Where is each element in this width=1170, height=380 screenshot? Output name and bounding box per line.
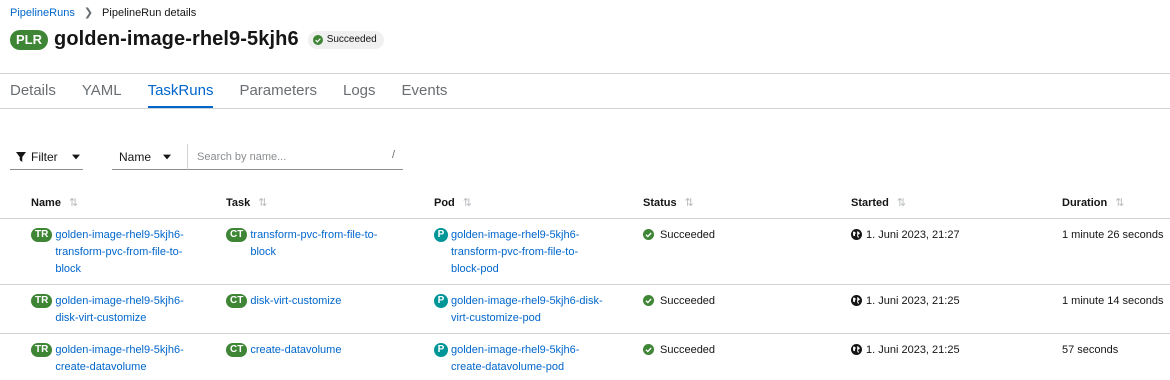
- tab-taskruns[interactable]: TaskRuns: [147, 80, 213, 108]
- globe-icon: [851, 229, 862, 240]
- status-text: Succeeded: [660, 295, 716, 307]
- breadcrumb-current: PipelineRun details: [102, 6, 197, 19]
- sort-icon[interactable]: ⇅: [69, 197, 78, 209]
- tab-events[interactable]: Events: [402, 80, 448, 108]
- tab-bar: Details YAML TaskRuns Parameters Logs Ev…: [10, 80, 473, 108]
- page-title: golden-image-rhel9-5kjh6: [54, 28, 299, 50]
- column-header-duration[interactable]: Duration ⇅: [1062, 186, 1170, 219]
- column-header-status[interactable]: Status ⇅: [643, 186, 851, 219]
- duration: 1 minute 14 seconds: [1062, 295, 1164, 307]
- keyboard-shortcut-hint: /: [391, 149, 395, 161]
- check-circle-icon: [312, 34, 323, 45]
- plr-badge: PLR: [10, 29, 48, 50]
- status-text: Succeeded: [660, 229, 716, 241]
- taskrun-name-link[interactable]: golden-image-rhel9-5kjh6- transform-pvc-f…: [55, 227, 183, 278]
- sort-icon[interactable]: ⇅: [897, 197, 906, 209]
- globe-icon: [851, 344, 862, 355]
- task-link[interactable]: create-datavolume: [250, 342, 341, 359]
- pod-badge: P: [434, 343, 448, 357]
- breadcrumb: PipelineRuns ❯ PipelineRun details: [10, 6, 197, 20]
- divider: [0, 73, 1170, 74]
- clustertask-badge: CT: [226, 228, 248, 242]
- pod-link[interactable]: golden-image-rhel9-5kjh6- create-datavolu…: [451, 342, 579, 376]
- taskrun-badge: TR: [31, 228, 53, 242]
- funnel-icon: [16, 151, 26, 162]
- sort-icon[interactable]: ⇅: [1115, 197, 1124, 209]
- name-select-label: Name: [119, 149, 152, 164]
- search-input[interactable]: [195, 149, 379, 164]
- globe-icon: [851, 295, 862, 306]
- started-time: 1. Juni 2023, 21:25: [866, 295, 960, 307]
- chevron-right-icon: ❯: [83, 7, 94, 19]
- sort-icon[interactable]: ⇅: [463, 197, 472, 209]
- taskruns-table: Name ⇅ Task ⇅ Pod ⇅ Status ⇅ Started ⇅ Durati…: [0, 186, 1170, 380]
- taskrun-name-link[interactable]: golden-image-rhel9-5kjh6- disk-virt-custo…: [55, 293, 183, 327]
- caret-down-icon: [71, 154, 80, 159]
- clustertask-badge: CT: [226, 294, 248, 308]
- check-circle-icon: [643, 229, 654, 240]
- clustertask-badge: CT: [226, 343, 248, 357]
- check-circle-icon: [643, 295, 654, 306]
- filter-dropdown[interactable]: Filter: [10, 144, 83, 170]
- search-box: /: [187, 144, 403, 170]
- tab-logs[interactable]: Logs: [343, 80, 376, 108]
- breadcrumb-pipelineruns-link[interactable]: PipelineRuns: [10, 7, 75, 19]
- duration: 1 minute 26 seconds: [1062, 229, 1164, 241]
- pod-link[interactable]: golden-image-rhel9-5kjh6- transform-pvc-f…: [451, 227, 579, 278]
- status-badge-label: Succeeded: [326, 34, 377, 45]
- taskrun-badge: TR: [31, 294, 53, 308]
- task-link[interactable]: disk-virt-customize: [250, 293, 341, 310]
- sort-icon[interactable]: ⇅: [685, 197, 694, 209]
- started-time: 1. Juni 2023, 21:25: [866, 344, 960, 356]
- taskrun-name-link[interactable]: golden-image-rhel9-5kjh6- create-datavolu…: [55, 342, 183, 376]
- toolbar: Filter Name /: [10, 144, 403, 170]
- table-row: TR golden-image-rhel9-5kjh6- create-datav…: [0, 333, 1170, 380]
- started-time: 1. Juni 2023, 21:27: [866, 229, 960, 241]
- column-header-task[interactable]: Task ⇅: [226, 186, 434, 219]
- page-header: PLR golden-image-rhel9-5kjh6 Succeeded: [10, 28, 384, 51]
- caret-down-icon: [163, 154, 172, 159]
- tab-parameters[interactable]: Parameters: [239, 80, 317, 108]
- sort-icon[interactable]: ⇅: [258, 197, 267, 209]
- pod-link[interactable]: golden-image-rhel9-5kjh6-disk-virt-custo…: [451, 293, 603, 327]
- check-circle-icon: [643, 344, 654, 355]
- status-text: Succeeded: [660, 344, 716, 356]
- name-filter-select[interactable]: Name: [112, 144, 187, 170]
- task-link[interactable]: transform-pvc-from-file-to-block: [250, 227, 377, 261]
- table-row: TR golden-image-rhel9-5kjh6- disk-virt-cu…: [0, 284, 1170, 334]
- pod-badge: P: [434, 294, 448, 308]
- column-header-started[interactable]: Started ⇅: [851, 186, 1062, 219]
- column-header-pod[interactable]: Pod ⇅: [434, 186, 643, 219]
- duration: 57 seconds: [1062, 344, 1119, 356]
- pod-badge: P: [434, 228, 448, 242]
- column-header-name[interactable]: Name ⇅: [0, 186, 226, 219]
- tab-yaml[interactable]: YAML: [82, 80, 122, 108]
- taskrun-badge: TR: [31, 343, 53, 357]
- divider: [0, 108, 1170, 109]
- tab-details[interactable]: Details: [10, 80, 56, 108]
- status-badge: Succeeded: [307, 30, 384, 49]
- table-row: TR golden-image-rhel9-5kjh6- transform-pv…: [0, 218, 1170, 285]
- filter-label: Filter: [31, 149, 58, 164]
- table-header-row: Name ⇅ Task ⇅ Pod ⇅ Status ⇅ Started ⇅ Durati…: [0, 186, 1170, 219]
